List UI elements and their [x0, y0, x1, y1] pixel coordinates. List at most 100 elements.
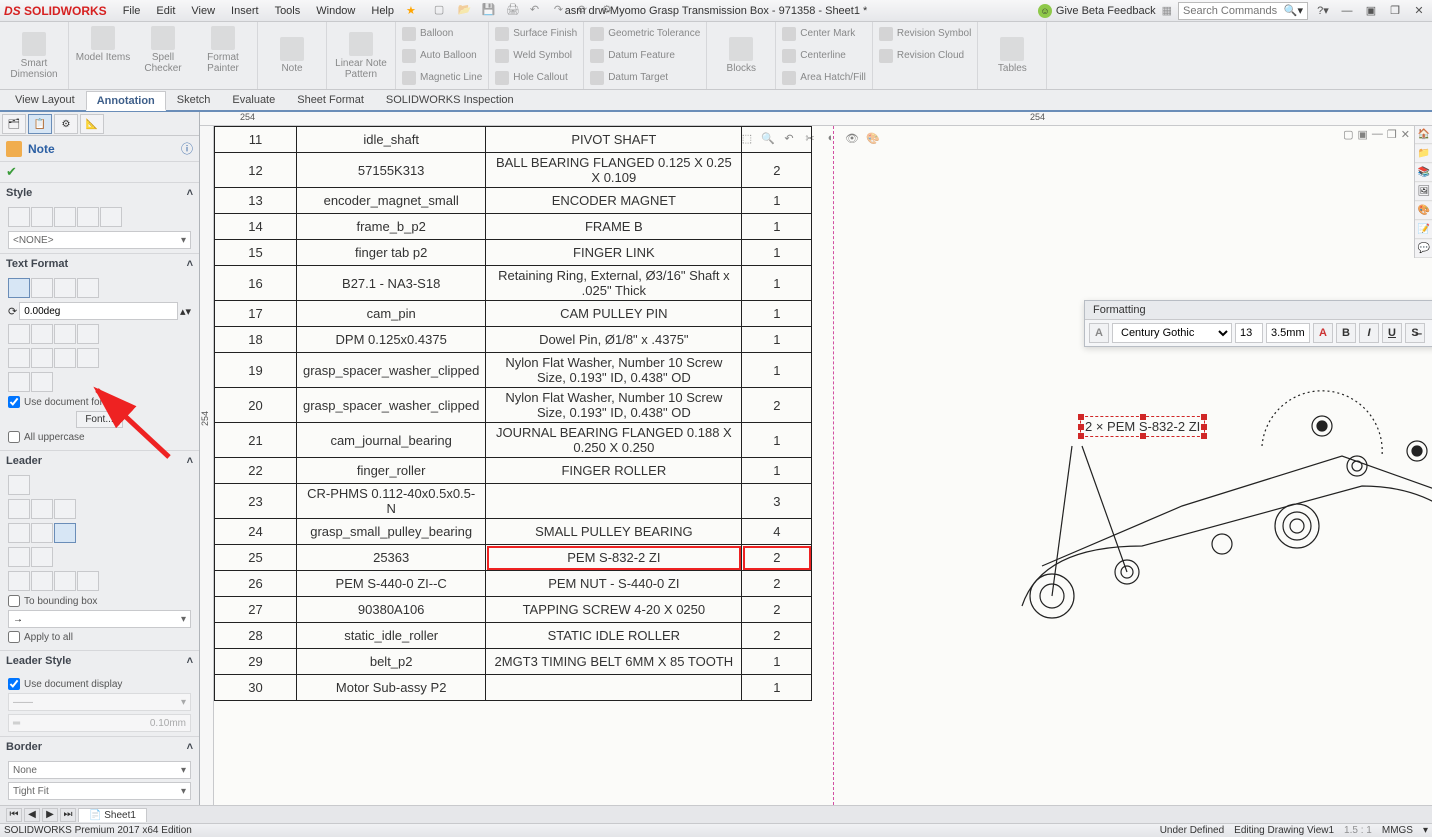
spell-checker-button[interactable]: Spell Checker [135, 26, 191, 85]
italic-button[interactable]: I [1359, 323, 1379, 343]
style-section[interactable]: Style˄ [0, 183, 199, 203]
search-input[interactable] [1183, 5, 1284, 17]
sheet-tab-1[interactable]: 📄 Sheet1 [78, 808, 147, 822]
menu-help[interactable]: Help [363, 3, 402, 19]
property-manager-tab[interactable]: 📋 [28, 114, 52, 134]
apply-to-all-check[interactable]: Apply to all [8, 631, 191, 643]
all-uppercase-check[interactable]: All uppercase [8, 431, 191, 443]
line-style-select[interactable]: ——▾ [8, 693, 191, 711]
border-section[interactable]: Border˄ [0, 737, 199, 757]
menu-window[interactable]: Window [308, 3, 363, 19]
font-size-input[interactable] [1235, 323, 1263, 343]
minimize-icon[interactable]: — [1338, 4, 1356, 18]
first-sheet-icon[interactable]: ⏮ [6, 808, 22, 822]
status-custom-icon[interactable]: ▾ [1423, 825, 1428, 836]
menu-view[interactable]: View [183, 3, 223, 19]
beta-feedback[interactable]: ☺ Give Beta Feedback [1038, 4, 1156, 18]
design-library-icon[interactable]: 📚 [1415, 164, 1432, 182]
align-right-button[interactable] [54, 278, 76, 298]
menu-edit[interactable]: Edit [148, 3, 183, 19]
view-max-icon[interactable]: ▣ [1358, 128, 1368, 141]
table-row[interactable]: 14frame_b_p2FRAME B1 [215, 214, 812, 240]
ok-check-icon[interactable]: ✔ [0, 162, 199, 182]
magnetic-line-button[interactable]: Magnetic Line [402, 68, 482, 88]
style-select[interactable]: <NONE>▾ [8, 231, 191, 249]
view-restore-icon[interactable]: — [1372, 128, 1383, 141]
center-mark-button[interactable]: Center Mark [782, 24, 866, 44]
table-row[interactable]: 26PEM S-440-0 ZI--CPEM NUT - S-440-0 ZI2 [215, 571, 812, 597]
appearance-icon[interactable]: 🎨 [864, 129, 882, 147]
use-doc-display-check[interactable]: Use document display [8, 678, 191, 690]
revision-cloud-button[interactable]: Revision Cloud [879, 46, 971, 66]
undo-icon[interactable]: ↶ [530, 3, 546, 19]
balloon-button[interactable]: Balloon [402, 24, 482, 44]
status-units[interactable]: MMGS [1382, 825, 1413, 836]
table-row[interactable]: 29belt_p22MGT3 TIMING BELT 6MM X 85 TOOT… [215, 649, 812, 675]
table-row[interactable]: 16B27.1 - NA3-S18Retaining Ring, Externa… [215, 266, 812, 301]
note-annotation[interactable]: 2 × PEM S-832-2 ZI [1080, 416, 1205, 437]
table-row[interactable]: 15finger tab p2FINGER LINK1 [215, 240, 812, 266]
hole-callout-button[interactable]: Hole Callout [495, 68, 577, 88]
angle-input[interactable] [19, 302, 178, 320]
restore2-icon[interactable]: ❐ [1386, 4, 1404, 18]
leader-section[interactable]: Leader˄ [0, 451, 199, 471]
view-palette-icon[interactable]: 🖼 [1415, 183, 1432, 201]
geometric-tolerance-button[interactable]: Geometric Tolerance [590, 24, 700, 44]
smart-dimension-button[interactable]: Smart Dimension [6, 32, 62, 80]
align-justify-button[interactable] [77, 278, 99, 298]
bom-table[interactable]: 11idle_shaftPIVOT SHAFT1257155K313BALL B… [214, 126, 812, 701]
save-icon[interactable]: 💾 [482, 3, 498, 19]
next-sheet-icon[interactable]: ▶ [42, 808, 58, 822]
table-row[interactable]: 21cam_journal_bearingJOURNAL BEARING FLA… [215, 423, 812, 458]
link-to-property-button[interactable] [31, 372, 53, 392]
table-row[interactable]: 23CR-PHMS 0.112-40x0.5x0.5-N3 [215, 484, 812, 519]
new-icon[interactable]: ▢ [434, 3, 450, 19]
datum-target-button[interactable]: Datum Target [590, 68, 700, 88]
open-icon[interactable]: 📂 [458, 3, 474, 19]
strike-button[interactable]: S̶ [1405, 323, 1425, 343]
font-color-icon[interactable]: A [1089, 323, 1109, 343]
table-row[interactable]: 30Motor Sub-assy P21 [215, 675, 812, 701]
table-row[interactable]: 18DPM 0.125x0.4375Dowel Pin, Ø1/8" x .43… [215, 327, 812, 353]
use-document-font-check[interactable]: Use document font [8, 396, 191, 408]
view-min-icon[interactable]: ▢ [1343, 128, 1353, 141]
tab-sketch[interactable]: Sketch [166, 90, 222, 110]
close-icon[interactable]: ✕ [1410, 4, 1428, 18]
arrow-style-select[interactable]: →▾ [8, 610, 191, 628]
border-fit-select[interactable]: Tight Fit▾ [8, 782, 191, 800]
table-row[interactable]: 20grasp_spacer_washer_clippedNylon Flat … [215, 388, 812, 423]
to-bounding-box-check[interactable]: To bounding box [8, 595, 191, 607]
font-family-select[interactable]: Century Gothic [1112, 323, 1232, 343]
last-sheet-icon[interactable]: ⏭ [60, 808, 76, 822]
revision-symbol-button[interactable]: Revision Symbol [879, 24, 971, 44]
table-row[interactable]: 13encoder_magnet_smallENCODER MAGNET1 [215, 188, 812, 214]
search-commands[interactable]: 🔍▾ [1178, 2, 1308, 20]
search-knowledge-icon[interactable]: ▦ [1162, 4, 1172, 17]
custom-props-icon[interactable]: 📝 [1415, 221, 1432, 239]
resources-tab-icon[interactable]: 📁 [1415, 145, 1432, 163]
text-format-section[interactable]: Text Format˄ [0, 254, 199, 274]
table-row[interactable]: 17cam_pinCAM PULLEY PIN1 [215, 301, 812, 327]
table-row[interactable]: 19grasp_spacer_washer_clippedNylon Flat … [215, 353, 812, 388]
help-icon[interactable]: ?▾ [1314, 4, 1332, 18]
datum-feature-button[interactable]: Datum Feature [590, 46, 700, 66]
tab-annotation[interactable]: Annotation [86, 91, 166, 111]
table-row[interactable]: 1257155K313BALL BEARING FLANGED 0.125 X … [215, 153, 812, 188]
formatting-toolbar[interactable]: Formatting A Century Gothic A B I U S̶ ≡… [1084, 300, 1432, 347]
bold-button[interactable]: B [1336, 323, 1356, 343]
menu-tools[interactable]: Tools [267, 3, 309, 19]
print-icon[interactable]: 🖨 [506, 3, 522, 19]
table-row[interactable]: 22finger_rollerFINGER ROLLER1 [215, 458, 812, 484]
text-color-button[interactable]: A [1313, 323, 1333, 343]
menu-insert[interactable]: Insert [223, 3, 267, 19]
underline-button[interactable]: U [1382, 323, 1402, 343]
font-button[interactable]: Font... [76, 411, 122, 428]
blocks-button[interactable]: Blocks [713, 37, 769, 74]
display-icon[interactable]: ◐ [822, 129, 840, 147]
tab-evaluate[interactable]: Evaluate [221, 90, 286, 110]
tab-sheet-format[interactable]: Sheet Format [286, 90, 375, 110]
table-row[interactable]: 2790380A106TAPPING SCREW 4-20 X 02502 [215, 597, 812, 623]
note-button[interactable]: Note [264, 37, 320, 74]
auto-balloon-button[interactable]: Auto Balloon [402, 46, 482, 66]
align-center-button[interactable] [31, 278, 53, 298]
